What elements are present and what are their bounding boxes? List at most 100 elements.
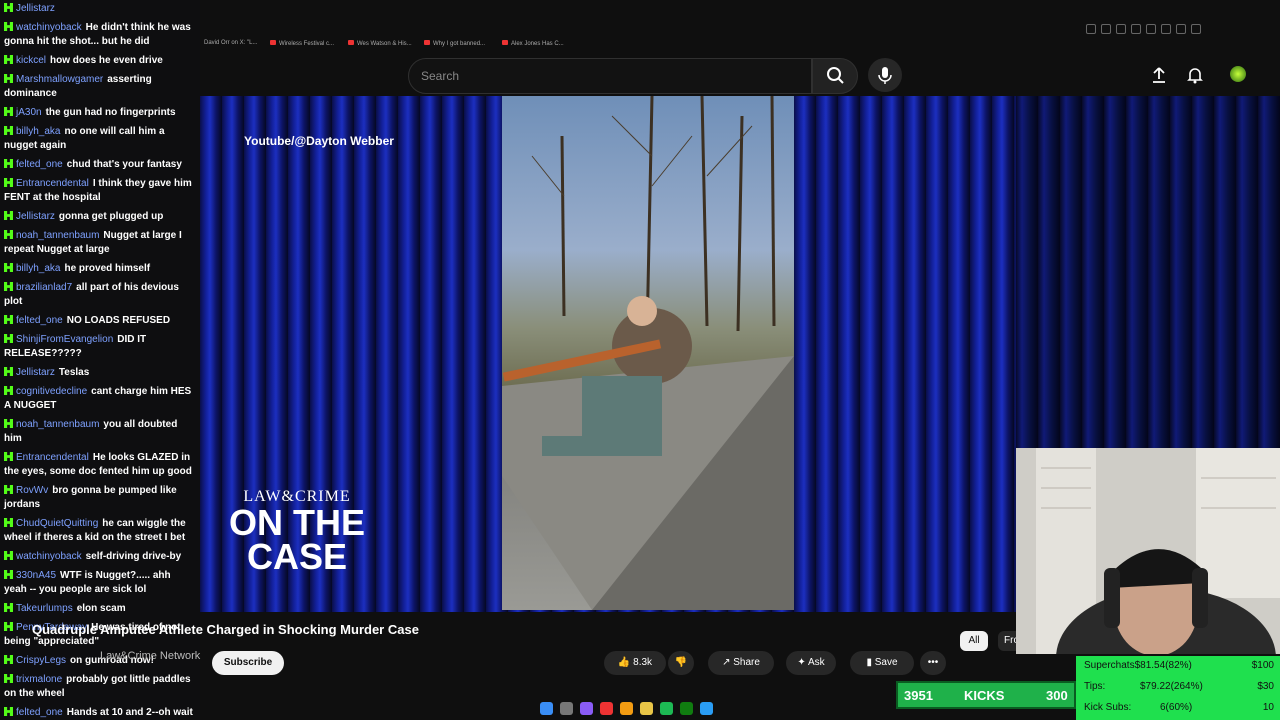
tips-value: $79.22(264%) [1140, 681, 1203, 692]
channel-brand-logo: LAW&CRIME ON THE CASE [222, 488, 372, 575]
chat-message: watchinyoback self-driving drive-by [0, 548, 200, 567]
kicks-label: KICKS [964, 688, 1005, 703]
save-button[interactable]: ▮ Save [850, 651, 914, 675]
windows-start-icon[interactable] [540, 701, 553, 715]
chat-text: self-driving drive-by [85, 551, 182, 562]
subs-goal: 10 [1262, 702, 1274, 713]
chat-username[interactable]: felted_one [16, 707, 63, 718]
app-icon[interactable] [600, 701, 613, 715]
chat-username[interactable]: Jellistarz [16, 211, 55, 222]
youtube-icon [502, 40, 508, 45]
app-icon[interactable] [580, 701, 593, 715]
chat-message: ChudQuietQuitting he can wiggle the wheel… [0, 515, 200, 548]
chat-username[interactable]: kickcel [16, 55, 46, 66]
ask-button[interactable]: ✦ Ask [786, 651, 836, 675]
chat-username[interactable]: felted_one [16, 315, 63, 326]
chat-username[interactable]: noah_tannenbaum [16, 230, 99, 241]
settings-icon[interactable] [1191, 24, 1201, 34]
chat-username[interactable]: Marshmallowgamer [16, 74, 103, 85]
extension-icon[interactable] [1101, 24, 1111, 34]
chat-username[interactable]: ChudQuietQuitting [16, 518, 98, 529]
zoom-icon[interactable] [1086, 24, 1096, 34]
video-watermark: Youtube/@Dayton Webber [244, 134, 394, 148]
search-input[interactable]: Search [408, 58, 812, 94]
chat-username[interactable]: brazilianlad7 [16, 282, 72, 293]
xbox-icon[interactable] [680, 701, 693, 715]
more-actions-button[interactable]: ••• [920, 651, 946, 675]
telegram-icon[interactable] [700, 701, 713, 715]
kick-badge-icon [4, 570, 13, 579]
bookmark-icon[interactable] [1116, 24, 1126, 34]
share-button[interactable]: ↗ Share [708, 651, 774, 675]
chat-username[interactable]: Entrancendental [16, 452, 89, 463]
browser-tab[interactable]: Wes Watson & His... [348, 40, 412, 47]
chat-message: noah_tannenbaum Nugget at large I repeat … [0, 227, 200, 260]
kick-badge-icon [4, 551, 13, 560]
chat-username[interactable]: RovWv [16, 485, 48, 496]
avatar[interactable] [1230, 66, 1246, 82]
voice-search-button[interactable] [868, 58, 902, 92]
chat-username[interactable]: noah_tannenbaum [16, 419, 99, 430]
dislike-button[interactable]: 👎 [668, 651, 694, 675]
channel-name[interactable]: Law&Crime Network [100, 650, 200, 662]
chat-username[interactable]: cognitivedecline [16, 386, 87, 397]
chat-username[interactable]: Jellistarz [16, 3, 55, 14]
browser-icon[interactable] [620, 701, 633, 715]
chat-username[interactable]: watchinyoback [16, 22, 82, 33]
download-icon[interactable] [1176, 24, 1186, 34]
kick-badge-icon [4, 178, 13, 187]
thumbs-down-icon: 👎 [674, 657, 688, 668]
subs-value: 6(60%) [1160, 702, 1193, 713]
chat-text: elon scam [76, 603, 126, 614]
filter-chip-all[interactable]: All [960, 631, 988, 651]
chat-username[interactable]: ShinjiFromEvangelion [16, 334, 113, 345]
heart-icon[interactable] [1146, 24, 1156, 34]
tips-label: Tips: [1084, 681, 1106, 692]
chat-message: ShinjiFromEvangelion DID IT RELEASE????? [0, 331, 200, 364]
chat-message: Jellistarz Teslas [0, 364, 200, 383]
search-button[interactable] [812, 58, 858, 94]
chat-username[interactable]: Jellistarz [16, 367, 55, 378]
kick-badge-icon [4, 74, 13, 83]
subscribe-button[interactable]: Subscribe [212, 651, 284, 675]
tab-label: Wes Watson & His... [357, 41, 412, 47]
notifications-bell-icon[interactable] [1186, 66, 1204, 84]
chat-message: Jellistarz [0, 0, 200, 19]
browser-tab[interactable]: Wireless Festival c... [270, 40, 334, 47]
upload-icon[interactable] [1150, 66, 1168, 84]
search-icon[interactable] [560, 701, 573, 715]
superchats-row: Superchats$81.54(82%) $100 [1084, 660, 1274, 671]
file-explorer-icon[interactable] [640, 701, 653, 715]
chat-username[interactable]: 330nA45 [16, 570, 56, 581]
tips-row: Tips: $79.22(264%) $30 [1084, 681, 1274, 692]
chat-message: noah_tannenbaum you all doubted him [0, 416, 200, 449]
chat-username[interactable]: billyh_aka [16, 126, 60, 137]
like-button[interactable]: 👍 8.3k [604, 651, 666, 675]
chat-message: watchinyoback He didn't think he was gonn… [0, 19, 200, 52]
chat-username[interactable]: CrispyLegs [16, 655, 66, 666]
thumbs-up-icon: 👍 [617, 657, 634, 668]
chat-username[interactable]: Takeurlumps [16, 603, 73, 614]
chat-username[interactable]: Entrancendental [16, 178, 89, 189]
chat-panel: Jellistarz watchinyoback He didn't think h… [0, 0, 200, 720]
streamer-webcam [1016, 448, 1280, 654]
chat-username[interactable]: jA30n [16, 107, 42, 118]
browser-tab[interactable]: David Orr on X: "L... [204, 40, 257, 46]
chat-username[interactable]: trixmalone [16, 674, 62, 685]
chat-username[interactable]: watchinyoback [16, 551, 82, 562]
chat-username[interactable]: felted_one [16, 159, 63, 170]
browser-tab[interactable]: Alex Jones Has C... [502, 40, 564, 47]
youtube-icon [270, 40, 276, 45]
share-icon[interactable] [1131, 24, 1141, 34]
chat-message: Takeurlumps elon scam [0, 600, 200, 619]
kick-badge-icon [4, 485, 13, 494]
kick-badge-icon [4, 603, 13, 612]
video-scene [502, 96, 794, 610]
chat-username[interactable]: billyh_aka [16, 263, 60, 274]
play-icon[interactable] [1161, 24, 1171, 34]
tab-label: Why I got banned... [433, 41, 486, 47]
kick-badge-icon [4, 386, 13, 395]
spotify-icon[interactable] [660, 701, 673, 715]
browser-tab[interactable]: Why I got banned... [424, 40, 485, 47]
chat-message: trixmalone probably got little paddles on… [0, 671, 200, 704]
